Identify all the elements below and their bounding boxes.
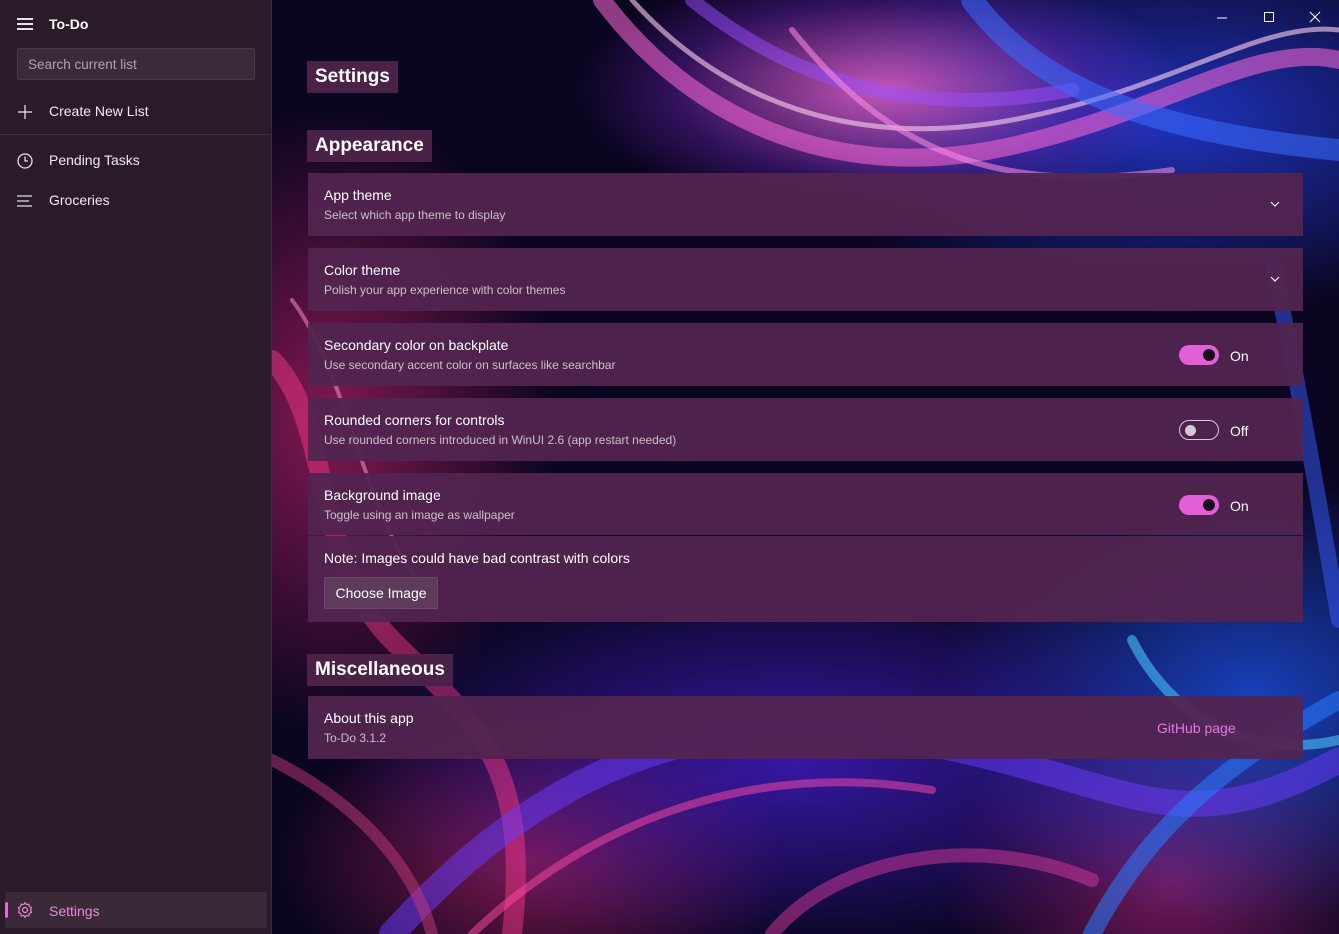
background-image-card: Background image Toggle using an image a… — [308, 473, 1303, 535]
chevron-down-icon[interactable] — [1269, 199, 1281, 209]
maximize-button[interactable] — [1257, 8, 1281, 28]
background-image-state: On — [1230, 498, 1249, 514]
search-input[interactable] — [17, 48, 255, 80]
rounded-corners-toggle[interactable] — [1179, 420, 1219, 440]
rounded-corners-card: Rounded corners for controls Use rounded… — [308, 398, 1303, 461]
chevron-down-icon[interactable] — [1269, 274, 1281, 284]
secondary-color-card: Secondary color on backplate Use seconda… — [308, 323, 1303, 386]
create-new-list-label: Create New List — [49, 103, 149, 119]
main-content: Settings Appearance App theme Select whi… — [272, 0, 1339, 934]
background-image-toggle[interactable] — [1179, 495, 1219, 515]
gear-icon — [17, 901, 33, 919]
secondary-color-title: Secondary color on backplate — [324, 337, 509, 353]
sidebar-item-label: Pending Tasks — [49, 152, 140, 168]
color-theme-subtitle: Polish your app experience with color th… — [324, 283, 566, 297]
background-image-options: Note: Images could have bad contrast wit… — [308, 536, 1303, 622]
sidebar-divider — [0, 134, 271, 135]
close-button[interactable] — [1303, 8, 1327, 28]
app-theme-card[interactable]: App theme Select which app theme to disp… — [308, 173, 1303, 236]
app-title: To-Do — [49, 16, 89, 32]
secondary-color-state: On — [1230, 348, 1249, 364]
app-theme-title: App theme — [324, 187, 392, 203]
close-icon — [1309, 11, 1321, 23]
contrast-note: Note: Images could have bad contrast wit… — [324, 550, 630, 566]
github-page-link[interactable]: GitHub page — [1157, 720, 1236, 736]
sidebar-item-label: Groceries — [49, 192, 110, 208]
plus-icon — [18, 105, 32, 119]
about-title: About this app — [324, 710, 414, 726]
rounded-corners-title: Rounded corners for controls — [324, 412, 505, 428]
sidebar-item-pending-tasks[interactable]: Pending Tasks — [0, 141, 272, 179]
rounded-corners-subtitle: Use rounded corners introduced in WinUI … — [324, 433, 677, 447]
color-theme-card[interactable]: Color theme Polish your app experience w… — [308, 248, 1303, 311]
minimize-icon — [1217, 17, 1227, 19]
sidebar-item-label: Settings — [49, 903, 100, 919]
choose-image-button[interactable]: Choose Image — [324, 577, 438, 609]
sidebar: To-Do Create New List Pending Tasks Groc… — [0, 0, 272, 934]
misc-heading: Miscellaneous — [307, 654, 453, 686]
selection-indicator — [5, 902, 8, 918]
app-version: To-Do 3.1.2 — [324, 731, 387, 745]
secondary-color-subtitle: Use secondary accent color on surfaces l… — [324, 358, 616, 372]
about-card: About this app To-Do 3.1.2 GitHub page — [308, 696, 1303, 759]
sidebar-item-settings[interactable]: Settings — [5, 892, 267, 928]
minimize-button[interactable] — [1210, 8, 1234, 28]
color-theme-title: Color theme — [324, 262, 401, 278]
sidebar-header: To-Do — [0, 0, 272, 48]
create-new-list-button[interactable]: Create New List — [0, 92, 272, 130]
background-image-title: Background image — [324, 487, 441, 503]
list-icon — [17, 195, 32, 207]
secondary-color-toggle[interactable] — [1179, 345, 1219, 365]
clock-icon — [17, 153, 33, 169]
background-wallpaper — [272, 0, 1339, 934]
sidebar-item-groceries[interactable]: Groceries — [0, 181, 272, 219]
hamburger-menu-icon[interactable] — [17, 18, 33, 30]
maximize-icon — [1264, 12, 1274, 22]
rounded-corners-state: Off — [1230, 423, 1249, 439]
app-theme-subtitle: Select which app theme to display — [324, 208, 506, 222]
background-image-subtitle: Toggle using an image as wallpaper — [324, 508, 515, 522]
page-title: Settings — [307, 61, 398, 93]
appearance-heading: Appearance — [307, 130, 432, 162]
